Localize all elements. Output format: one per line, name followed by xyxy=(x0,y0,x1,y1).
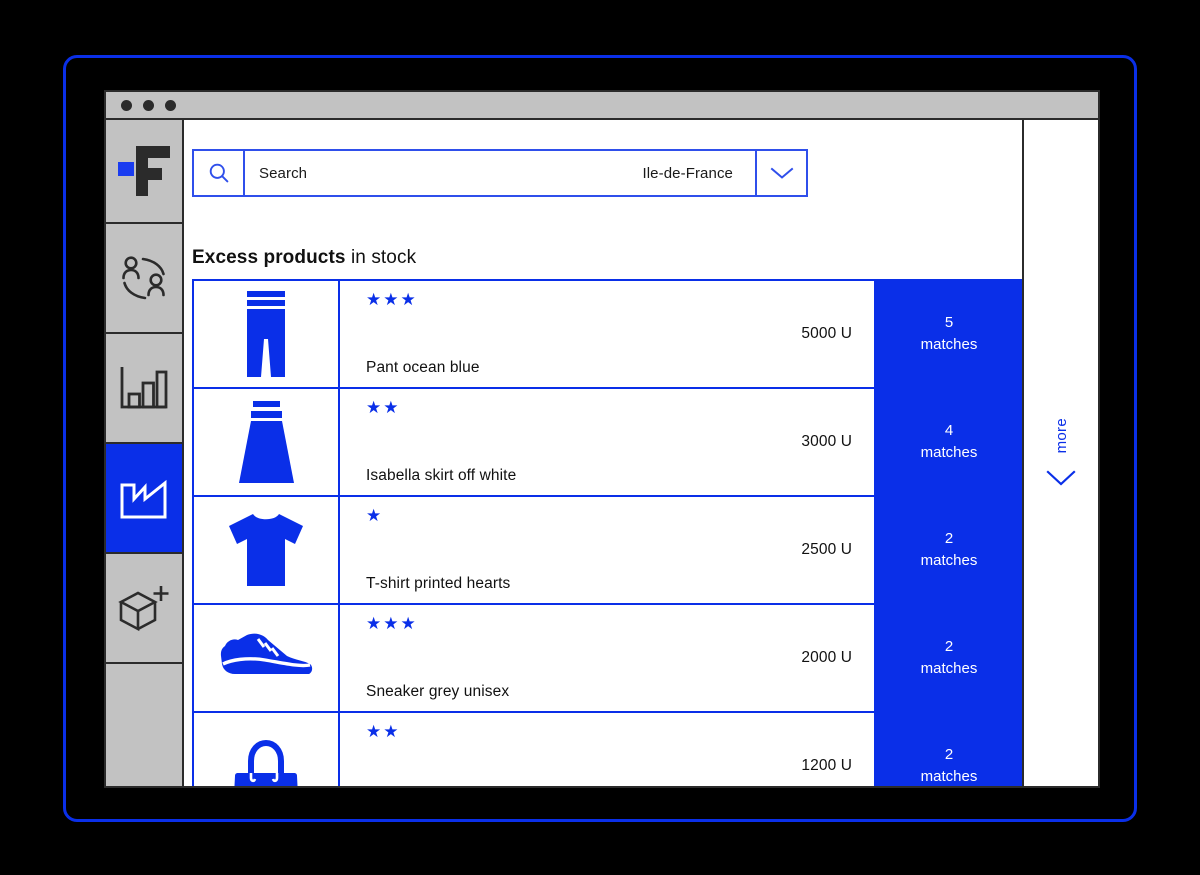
product-name: Sneaker grey unisex xyxy=(366,683,510,700)
matches-badge[interactable]: 2 matches xyxy=(876,713,1022,786)
sidebar-spacer xyxy=(106,664,182,786)
rating-stars: ★★★ xyxy=(366,290,418,309)
pants-icon xyxy=(235,291,297,377)
product-details: ★★★ Sneaker grey unisex 2000 U xyxy=(340,605,876,711)
product-details: ★★ 1200 U xyxy=(340,713,876,786)
product-thumbnail xyxy=(194,605,340,711)
search-bar: Search Ile-de-France xyxy=(192,149,808,197)
product-details: ★ T-shirt printed hearts 2500 U xyxy=(340,497,876,603)
matches-badge[interactable]: 4 matches xyxy=(876,389,1022,495)
handbag-icon xyxy=(229,739,303,786)
product-name: T-shirt printed hearts xyxy=(366,575,511,592)
matches-label: matches xyxy=(920,660,978,677)
matches-label: matches xyxy=(920,444,978,461)
product-thumbnail xyxy=(194,713,340,786)
main-panel: Search Ile-de-France Excess products in … xyxy=(184,120,1022,786)
matches-count: 4 xyxy=(944,422,954,440)
bar-chart-icon xyxy=(118,363,170,413)
product-name: Pant ocean blue xyxy=(366,359,480,376)
sidebar xyxy=(106,120,184,786)
sidebar-item-community[interactable] xyxy=(106,224,182,334)
matches-badge[interactable]: 2 matches xyxy=(876,497,1022,603)
sneaker-icon xyxy=(217,630,315,686)
table-row[interactable]: ★★★ Sneaker grey unisex 2000 U 2 matches xyxy=(194,605,1022,713)
matches-count: 2 xyxy=(944,746,954,764)
rating-stars: ★★ xyxy=(366,398,401,417)
sidebar-item-logo[interactable] xyxy=(106,120,182,224)
matches-label: matches xyxy=(920,336,978,353)
product-quantity: 3000 U xyxy=(801,433,852,450)
product-thumbnail xyxy=(194,497,340,603)
load-more-rail[interactable]: more xyxy=(1022,120,1098,786)
tshirt-icon xyxy=(223,512,309,588)
product-thumbnail xyxy=(194,281,340,387)
table-row[interactable]: ★ T-shirt printed hearts 2500 U 2 matche… xyxy=(194,497,1022,605)
window-dot-minimize[interactable] xyxy=(143,99,154,111)
rating-stars: ★ xyxy=(366,506,384,525)
matches-count: 2 xyxy=(944,638,954,656)
sidebar-item-factory[interactable] xyxy=(106,444,182,554)
page-title-light: in stock xyxy=(345,247,417,268)
logo-f-icon xyxy=(116,140,172,202)
window-body: Search Ile-de-France Excess products in … xyxy=(106,120,1098,786)
page-title: Excess products in stock xyxy=(192,247,1022,269)
factory-icon xyxy=(119,475,169,521)
search-icon xyxy=(208,162,230,184)
search-region-value: Ile-de-France xyxy=(642,164,733,182)
sidebar-item-add-item[interactable] xyxy=(106,554,182,664)
rating-stars: ★★★ xyxy=(366,614,418,633)
table-row[interactable]: ★★ 1200 U 2 matches xyxy=(194,713,1022,786)
matches-count: 5 xyxy=(944,314,954,332)
chevron-down-icon[interactable] xyxy=(1044,468,1078,488)
product-details: ★★ Isabella skirt off white 3000 U xyxy=(340,389,876,495)
product-quantity: 1200 U xyxy=(801,757,852,774)
matches-badge[interactable]: 5 matches xyxy=(876,281,1022,387)
table-row[interactable]: ★★ Isabella skirt off white 3000 U 4 mat… xyxy=(194,389,1022,497)
region-dropdown-button[interactable] xyxy=(755,151,806,195)
matches-count: 2 xyxy=(944,530,954,548)
window-titlebar xyxy=(106,92,1098,120)
matches-label: matches xyxy=(920,552,978,569)
content-area: Search Ile-de-France Excess products in … xyxy=(184,120,1098,786)
search-icon-cell[interactable] xyxy=(194,151,245,195)
browser-window: Search Ile-de-France Excess products in … xyxy=(104,90,1100,788)
chevron-down-icon xyxy=(769,165,795,181)
table-row[interactable]: ★★★ Pant ocean blue 5000 U 5 matches xyxy=(194,281,1022,389)
skirt-icon xyxy=(230,401,302,483)
sidebar-item-analytics[interactable] xyxy=(106,334,182,444)
rating-stars: ★★ xyxy=(366,722,401,741)
load-more-label: more xyxy=(1052,418,1070,454)
search-input[interactable]: Search Ile-de-France xyxy=(245,151,755,195)
screenshot-root: Search Ile-de-France Excess products in … xyxy=(0,0,1200,875)
product-quantity: 2000 U xyxy=(801,649,852,666)
product-quantity: 2500 U xyxy=(801,541,852,558)
people-network-icon xyxy=(116,252,172,304)
page-title-bold: Excess products xyxy=(192,247,346,268)
window-dot-maximize[interactable] xyxy=(165,99,176,111)
product-quantity: 5000 U xyxy=(801,325,852,342)
box-plus-icon xyxy=(116,582,172,634)
window-dot-close[interactable] xyxy=(121,99,132,111)
product-thumbnail xyxy=(194,389,340,495)
product-name: Isabella skirt off white xyxy=(366,467,517,484)
product-table: ★★★ Pant ocean blue 5000 U 5 matches ★★ … xyxy=(192,279,1022,786)
search-placeholder: Search xyxy=(259,164,308,182)
product-details: ★★★ Pant ocean blue 5000 U xyxy=(340,281,876,387)
matches-badge[interactable]: 2 matches xyxy=(876,605,1022,711)
matches-label: matches xyxy=(920,768,978,785)
